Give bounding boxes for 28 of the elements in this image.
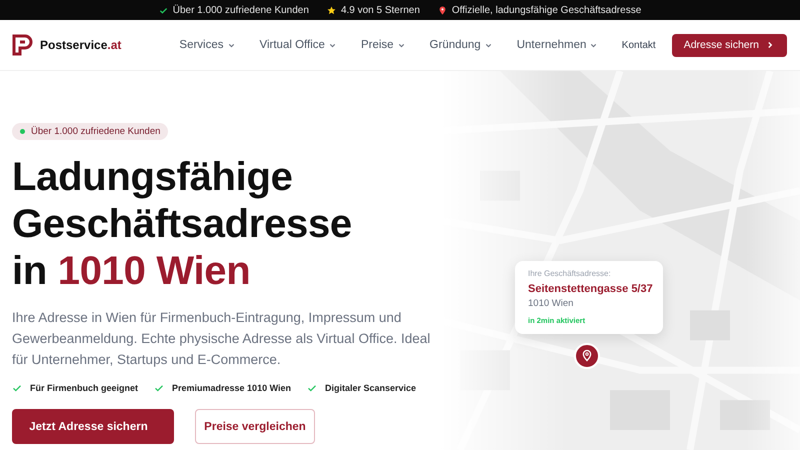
hero-description: Ihre Adresse in Wien für Firmenbuch-Eintragung, Impressum und Gewerbeanmeldung. Echte physische Adresse als Virtual Office. Ideal für Unternehmer, Startups und E-Commerce. [12, 309, 432, 369]
check-icon [154, 383, 164, 393]
check-icon [307, 383, 317, 393]
feature-text: Für Firmenbuch geeignet [30, 383, 138, 393]
street-address: Seitenstettengasse 5/37 [528, 283, 654, 295]
top-bar-text: 4.9 von 5 Sternen [340, 4, 420, 16]
city-text: 1010 Wien [528, 298, 574, 309]
star-icon [326, 6, 336, 14]
nav-link[interactable]: Virtual Office [260, 39, 337, 51]
primary-button[interactable]: Jetzt Adresse sichern [12, 409, 174, 444]
feature-text: Digitaler Scanservice [325, 383, 416, 393]
check-icon [158, 6, 168, 14]
customer-badge: Über 1.000 zufriedene Kunden [12, 123, 168, 140]
logo[interactable]: Postservice.at [12, 33, 122, 57]
nav-link[interactable]: Gründung [430, 39, 493, 51]
top-bar-text: Über 1.000 zufriedene Kunden [172, 4, 309, 16]
secondary-button[interactable]: Preise vergleichen [195, 409, 315, 444]
hero-heading: Ladungsfähige Geschäftsadresse in 1010 Wien [12, 154, 353, 295]
top-bar-text: Offizielle, ladungsfähige Geschäftsadresse [452, 4, 642, 16]
nav-link[interactable]: Preise [360, 39, 406, 51]
secure-address-button[interactable]: Adresse sichern [672, 34, 787, 56]
check-icon [12, 383, 22, 393]
pin-icon [438, 6, 447, 14]
card-label: Ihre Geschäftsadresse: [528, 269, 612, 278]
contact-link[interactable]: Kontakt [622, 40, 656, 50]
nav-link[interactable]: Unternehmen [516, 39, 598, 51]
nav-link[interactable]: Services [179, 39, 236, 51]
feature-text: Premiumadresse 1010 Wien [172, 383, 291, 393]
